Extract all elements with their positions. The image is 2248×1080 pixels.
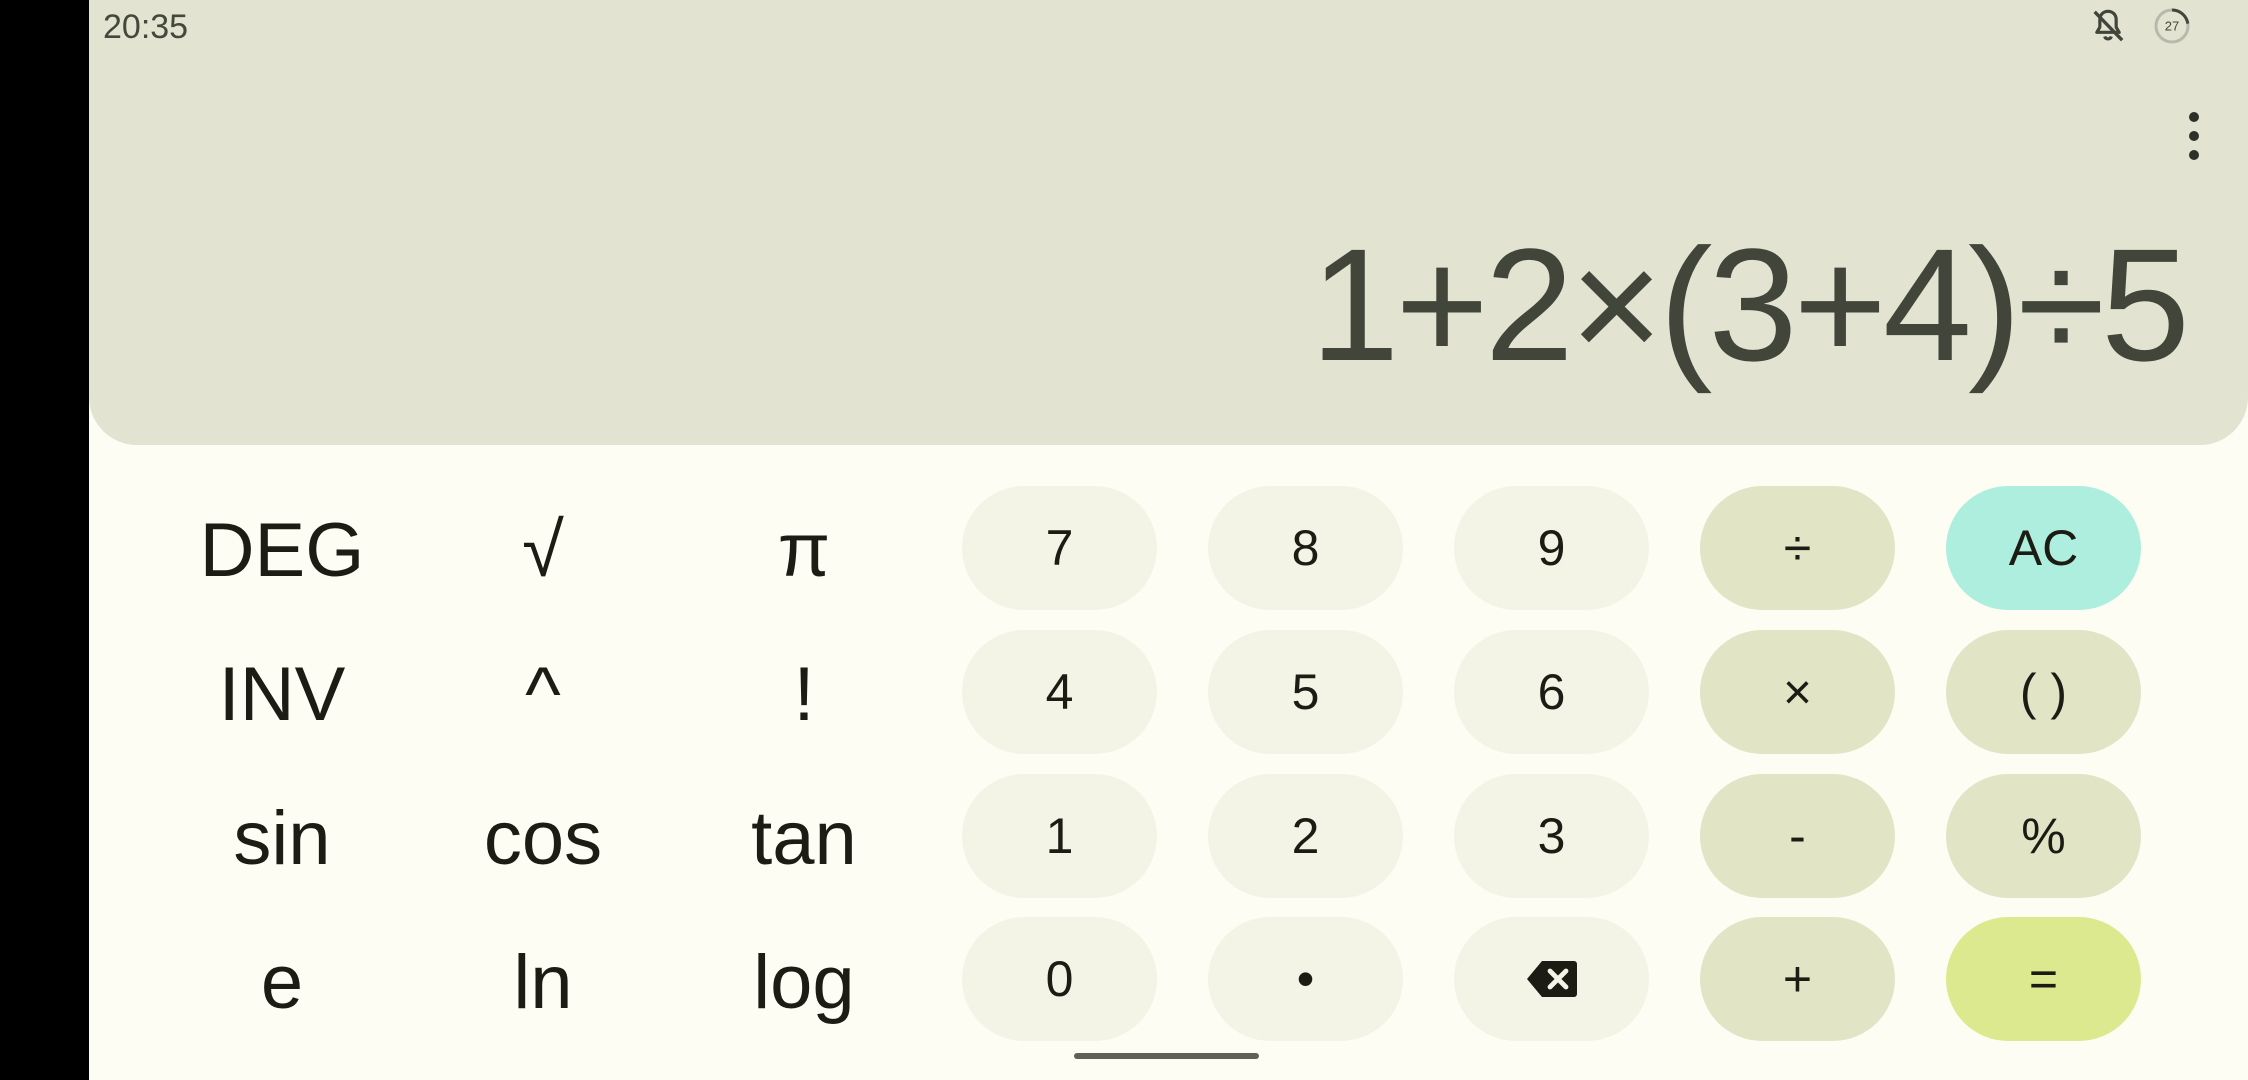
deg-button[interactable]: DEG <box>177 490 387 610</box>
status-icons: 27 <box>2088 8 2192 44</box>
backspace-icon <box>1526 961 1577 997</box>
backspace-button[interactable] <box>1454 917 1649 1041</box>
digit-5-button[interactable]: 5 <box>1208 630 1403 754</box>
sqrt-button[interactable]: √ <box>438 490 648 610</box>
ln-button[interactable]: ln <box>438 922 648 1042</box>
calculator-app: 20:35 27 1+2×(3+4)÷5 DEG √ π INV ^ ! sin… <box>89 0 2248 1080</box>
decimal-point-button[interactable]: • <box>1208 917 1403 1041</box>
digit-4-button[interactable]: 4 <box>962 630 1157 754</box>
cos-button[interactable]: cos <box>438 778 648 898</box>
factorial-button[interactable]: ! <box>699 634 909 754</box>
power-button[interactable]: ^ <box>438 634 648 754</box>
digit-1-button[interactable]: 1 <box>962 774 1157 898</box>
digit-7-button[interactable]: 7 <box>962 486 1157 610</box>
display-panel: 20:35 27 1+2×(3+4)÷5 <box>89 0 2248 445</box>
menu-dot <box>2189 131 2199 141</box>
inv-button[interactable]: INV <box>177 634 387 754</box>
equals-button[interactable]: = <box>1946 917 2141 1041</box>
digit-6-button[interactable]: 6 <box>1454 630 1649 754</box>
digit-9-button[interactable]: 9 <box>1454 486 1649 610</box>
battery-level: 27 <box>2165 19 2179 34</box>
battery-icon: 27 <box>2154 8 2190 44</box>
e-button[interactable]: e <box>177 922 387 1042</box>
digit-8-button[interactable]: 8 <box>1208 486 1403 610</box>
expression-display: 1+2×(3+4)÷5 <box>1310 215 2190 394</box>
plus-button[interactable]: + <box>1700 917 1895 1041</box>
digit-0-button[interactable]: 0 <box>962 917 1157 1041</box>
log-button[interactable]: log <box>699 922 909 1042</box>
all-clear-button[interactable]: AC <box>1946 486 2141 610</box>
multiply-button[interactable]: × <box>1700 630 1895 754</box>
sin-button[interactable]: sin <box>177 778 387 898</box>
menu-dot <box>2189 150 2199 160</box>
pi-button[interactable]: π <box>699 490 909 610</box>
status-time: 20:35 <box>103 8 189 46</box>
digit-2-button[interactable]: 2 <box>1208 774 1403 898</box>
tan-button[interactable]: tan <box>699 778 909 898</box>
notifications-off-icon <box>2093 9 2124 42</box>
divide-button[interactable]: ÷ <box>1700 486 1895 610</box>
menu-dot <box>2189 112 2199 122</box>
minus-button[interactable]: - <box>1700 774 1895 898</box>
home-indicator-bar[interactable] <box>1074 1053 1259 1059</box>
digit-3-button[interactable]: 3 <box>1454 774 1649 898</box>
parentheses-button[interactable]: ( ) <box>1946 630 2141 754</box>
percent-button[interactable]: % <box>1946 774 2141 898</box>
more-options-menu-icon[interactable] <box>2180 108 2208 164</box>
